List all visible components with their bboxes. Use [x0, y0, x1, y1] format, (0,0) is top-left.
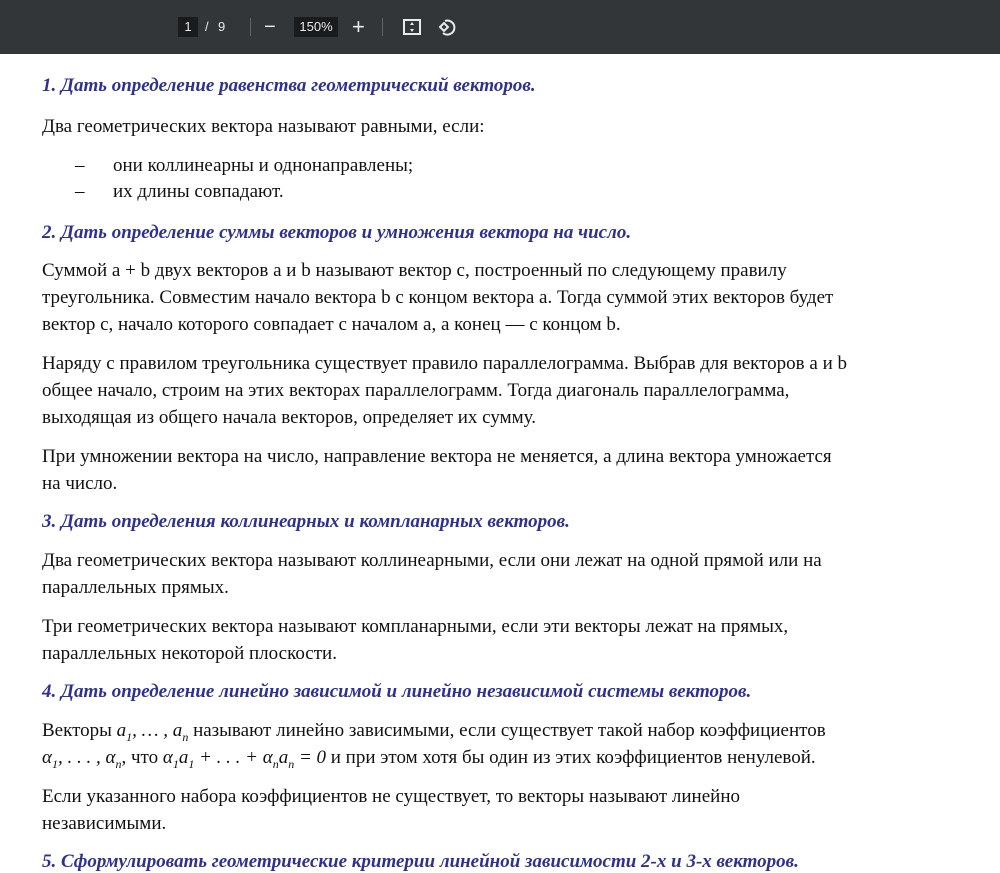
- paragraph-line: Суммой a + b двух векторов a и b называю…: [42, 260, 787, 281]
- paragraph: Два геометрических вектора называют равн…: [42, 116, 485, 137]
- paragraph-line: Векторы a1, … , an называют линейно зави…: [42, 720, 826, 748]
- page-number-input[interactable]: 1: [178, 17, 198, 37]
- fit-page-icon[interactable]: [402, 17, 422, 37]
- paragraph-line: общее начало, строим на этих векторах па…: [42, 380, 790, 401]
- heading-3: 3. Дать определения коллинеарных и компл…: [42, 511, 570, 532]
- zoom-out-button[interactable]: −: [264, 17, 276, 37]
- rotate-icon[interactable]: [437, 17, 457, 37]
- list-marker: –: [75, 181, 85, 202]
- formula: a1, … , an: [116, 720, 189, 744]
- formula: α1a1 + . . . + αnan = 0: [162, 747, 327, 771]
- list-marker: –: [75, 155, 85, 176]
- formula: α1, . . . , αn: [42, 747, 122, 771]
- divider: [382, 18, 383, 36]
- zoom-in-button[interactable]: +: [352, 16, 365, 38]
- list-item: их длины совпадают.: [113, 181, 284, 202]
- page-total: 9: [218, 19, 226, 34]
- divider: [250, 18, 251, 36]
- paragraph-line: параллельных прямых.: [42, 577, 229, 598]
- heading-5: 5. Сформулировать геометрические критери…: [42, 851, 799, 872]
- paragraph-line: независимыми.: [42, 813, 167, 834]
- text: Векторы: [42, 720, 117, 741]
- pdf-page: 1. Дать определение равенства геометриче…: [0, 54, 1000, 872]
- paragraph-line: на число.: [42, 473, 118, 494]
- heading-4: 4. Дать определение линейно зависимой и …: [42, 681, 752, 702]
- paragraph-line: Если указанного набора коэффициентов не …: [42, 786, 740, 807]
- text: и при этом хотя бы один из этих коэффици…: [326, 747, 816, 768]
- heading-1: 1. Дать определение равенства геометриче…: [42, 75, 536, 96]
- text: называют линейно зависимыми, если сущест…: [188, 720, 826, 741]
- paragraph-line: выходящая из общего начала векторов, опр…: [42, 407, 537, 428]
- paragraph-line: При умножении вектора на число, направле…: [42, 446, 832, 467]
- paragraph-line: α1, . . . , αn, что α1a1 + . . . + αnan …: [42, 747, 816, 775]
- paragraph-line: Два геометрических вектора называют колл…: [42, 550, 822, 571]
- paragraph-line: треугольника. Совместим начало вектора b…: [42, 287, 834, 308]
- paragraph-line: параллельных некоторой плоскости.: [42, 643, 337, 664]
- paragraph-line: Наряду с правилом треугольника существуе…: [42, 353, 847, 374]
- paragraph-line: Три геометрических вектора называют комп…: [42, 616, 789, 637]
- heading-2: 2. Дать определение суммы векторов и умн…: [42, 222, 632, 243]
- pdf-toolbar: 1 / 9 − 150% +: [0, 0, 1000, 54]
- zoom-level-input[interactable]: 150%: [294, 17, 338, 37]
- page-separator: /: [205, 19, 209, 34]
- list-item: они коллинеарны и однонаправлены;: [113, 155, 414, 176]
- paragraph-line: вектор c, начало которого совпадает с на…: [42, 314, 621, 335]
- text: , что: [121, 747, 163, 768]
